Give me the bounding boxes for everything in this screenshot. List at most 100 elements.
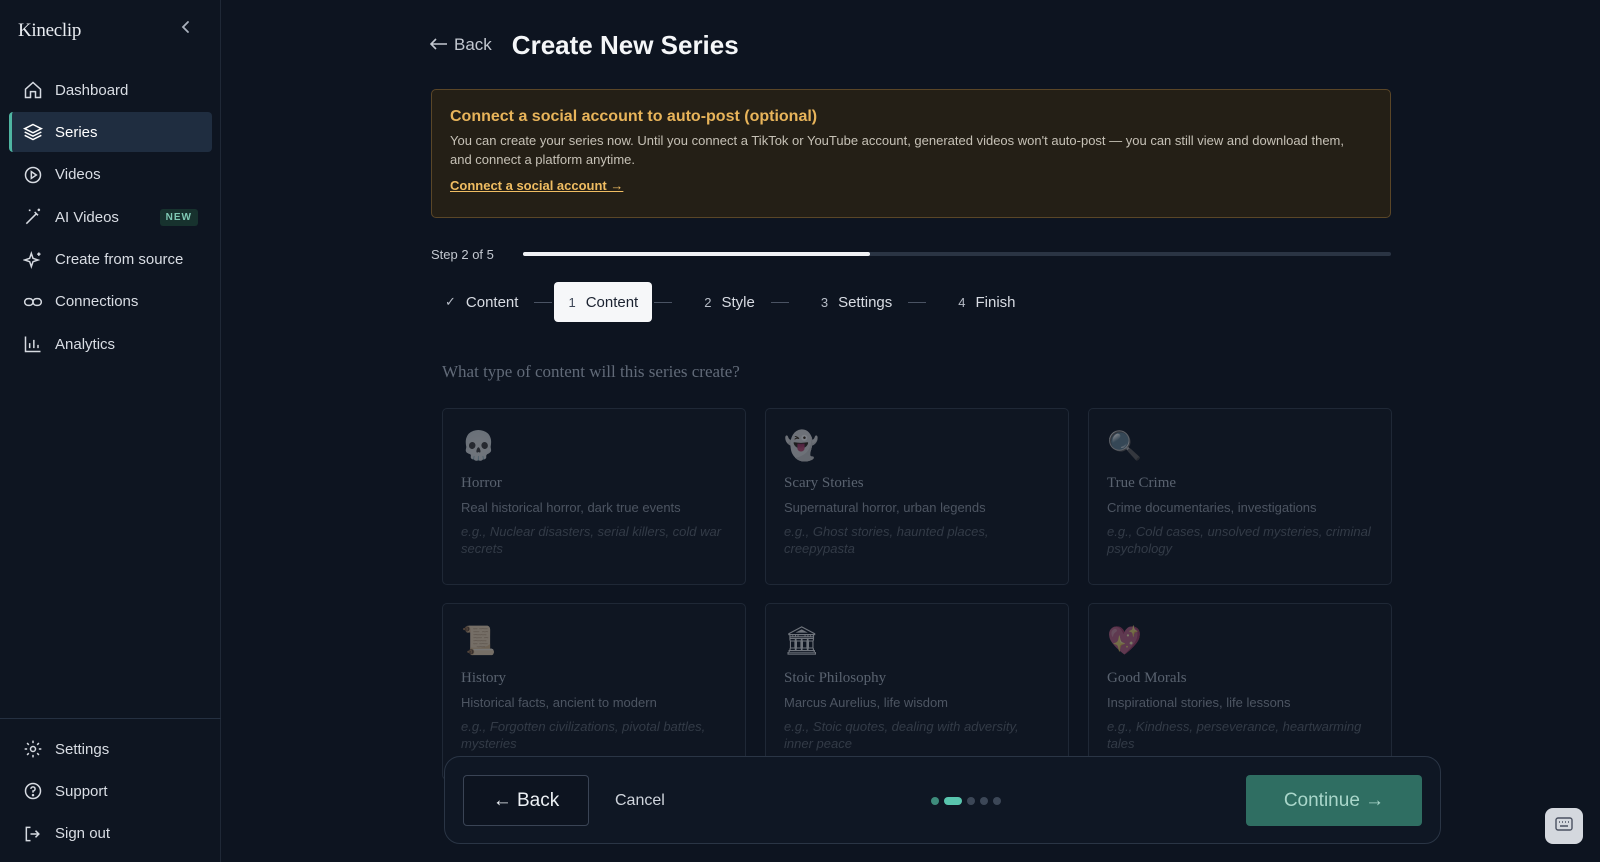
sign-out-icon xyxy=(23,824,43,844)
sidebar-item-label: Series xyxy=(55,123,98,141)
card-title: Stoic Philosophy xyxy=(784,670,887,686)
content-type-question: What type of content will this series cr… xyxy=(442,362,740,381)
keyboard-shortcuts-button[interactable] xyxy=(1545,808,1583,844)
progress-bar xyxy=(523,252,1391,256)
step-finish[interactable]: 4 Finish xyxy=(928,282,1029,322)
step-label: Finish xyxy=(975,293,1016,311)
card-title: Scary Stories xyxy=(784,475,864,491)
sidebar-item-sign-out[interactable]: Sign out xyxy=(9,814,212,854)
sidebar-item-ai-videos[interactable]: AI Videos NEW xyxy=(9,197,212,237)
keyboard-icon xyxy=(1555,816,1573,836)
sidebar-item-create-from-source[interactable]: Create from source xyxy=(9,240,212,280)
app-logo[interactable]: Kineclip xyxy=(18,20,81,42)
sidebar-item-label: AI Videos xyxy=(55,208,119,226)
step-counter: Step 2 of 5 xyxy=(431,246,494,262)
classical-building-icon: 🏛 xyxy=(784,625,820,656)
step-label: Content xyxy=(465,293,519,311)
card-title: Horror xyxy=(461,475,502,491)
card-example: e.g., Cold cases, unsolved mysteries, cr… xyxy=(1107,524,1371,556)
link-icon xyxy=(23,292,43,312)
sidebar-divider xyxy=(0,718,221,719)
card-description: Crime documentaries, investigations xyxy=(1107,500,1317,515)
step-separator xyxy=(654,301,673,303)
step-dot xyxy=(931,797,939,805)
content-card-true-crime[interactable]: 🔍 True Crime Crime documentaries, invest… xyxy=(1088,408,1392,585)
step-settings[interactable]: 3 Settings xyxy=(791,282,906,322)
step-dot xyxy=(980,797,988,805)
sidebar-item-settings[interactable]: Settings xyxy=(9,729,212,769)
step-content-done[interactable]: ✓ Content xyxy=(431,282,532,322)
connect-social-account-link[interactable]: Connect a social account → xyxy=(450,178,623,193)
play-circle-icon xyxy=(23,165,43,185)
bar-chart-icon xyxy=(23,334,43,354)
card-example: e.g., Nuclear disasters, serial killers,… xyxy=(461,524,722,556)
step-label: Content xyxy=(585,293,639,311)
sidebar-item-connections[interactable]: Connections xyxy=(9,282,212,322)
card-title: Good Morals xyxy=(1107,670,1187,686)
back-button[interactable]: ← Back xyxy=(463,775,589,826)
progress-row: Step 2 of 5 xyxy=(431,246,1391,262)
help-circle-icon xyxy=(23,781,43,801)
step-content-current[interactable]: 1 Content xyxy=(554,282,653,322)
content-card-horror[interactable]: 💀 Horror Real historical horror, dark tr… xyxy=(442,408,746,585)
sidebar-item-videos[interactable]: Videos xyxy=(9,155,212,195)
progress-fill xyxy=(523,252,871,256)
card-example: e.g., Stoic quotes, dealing with adversi… xyxy=(784,719,1019,751)
step-separator xyxy=(770,301,789,303)
card-example: e.g., Forgotten civilizations, pivotal b… xyxy=(461,719,706,751)
content-card-history[interactable]: 📜 History Historical facts, ancient to m… xyxy=(442,603,746,780)
step-dot xyxy=(993,797,1001,805)
cancel-button[interactable]: Cancel xyxy=(615,775,665,826)
sidebar-item-support[interactable]: Support xyxy=(9,771,212,811)
check-icon: ✓ xyxy=(445,294,456,309)
step-dot xyxy=(967,797,975,805)
magnifier-icon: 🔍 xyxy=(1107,430,1142,461)
social-account-notice: Connect a social account to auto-post (o… xyxy=(431,89,1391,218)
step-label: Settings xyxy=(838,293,893,311)
step-style[interactable]: 2 Style xyxy=(674,282,769,322)
continue-button[interactable]: Continue → xyxy=(1246,775,1422,826)
content-card-stoic-philosophy[interactable]: 🏛 Stoic Philosophy Marcus Aurelius, life… xyxy=(765,603,1069,780)
step-separator xyxy=(534,301,553,303)
content-card-scary-stories[interactable]: 👻 Scary Stories Supernatural horror, urb… xyxy=(765,408,1069,585)
sidebar-item-analytics[interactable]: Analytics xyxy=(9,324,212,364)
card-title: True Crime xyxy=(1107,475,1177,491)
header-back-link[interactable]: Back xyxy=(429,35,492,55)
notice-title: Connect a social account to auto-post (o… xyxy=(450,108,818,125)
card-description: Inspirational stories, life lessons xyxy=(1107,695,1291,710)
layers-icon xyxy=(23,122,43,142)
home-icon xyxy=(23,80,43,100)
sidebar-item-series[interactable]: Series xyxy=(9,112,212,153)
header-back-label: Back xyxy=(454,35,492,54)
sidebar-item-label: Connections xyxy=(55,293,139,311)
sidebar-item-label: Settings xyxy=(55,740,110,758)
arrow-left-icon xyxy=(429,35,448,55)
sparkles-icon xyxy=(23,250,43,270)
card-description: Marcus Aurelius, life wisdom xyxy=(784,695,948,710)
collapse-sidebar-icon[interactable] xyxy=(178,20,194,40)
card-description: Supernatural horror, urban legends xyxy=(784,500,986,515)
sidebar-item-label: Dashboard xyxy=(55,81,129,99)
sidebar-item-label: Sign out xyxy=(55,825,111,843)
card-example: e.g., Kindness, perseverance, heartwarmi… xyxy=(1107,719,1362,751)
ghost-icon: 👻 xyxy=(784,430,819,461)
gear-icon xyxy=(23,739,43,759)
stepper: ✓ Content 1 Content 2 Style 3 Settings 4… xyxy=(431,282,1030,322)
sidebar-item-label: Analytics xyxy=(55,335,116,353)
card-description: Real historical horror, dark true events xyxy=(461,500,681,515)
step-number: 1 xyxy=(568,294,576,310)
sidebar-item-dashboard[interactable]: Dashboard xyxy=(9,70,212,110)
step-number: 4 xyxy=(958,294,966,310)
content-card-good-morals[interactable]: 💖 Good Morals Inspirational stories, lif… xyxy=(1088,603,1392,780)
scroll-icon: 📜 xyxy=(461,625,496,656)
step-label: Style xyxy=(721,293,755,311)
sidebar-item-label: Support xyxy=(55,782,108,800)
sidebar-nav: Dashboard Series Videos AI Videos NEW Cr… xyxy=(9,70,212,367)
step-separator xyxy=(908,301,927,303)
wizard-footer-bar: ← Back Cancel Continue → xyxy=(444,756,1441,844)
heart-icon: 💖 xyxy=(1107,625,1142,656)
sidebar-bottom-nav: Settings Support Sign out xyxy=(9,729,212,856)
sidebar-item-label: Create from source xyxy=(55,251,184,269)
card-title: History xyxy=(461,670,506,686)
card-example: e.g., Ghost stories, haunted places, cre… xyxy=(784,524,989,556)
